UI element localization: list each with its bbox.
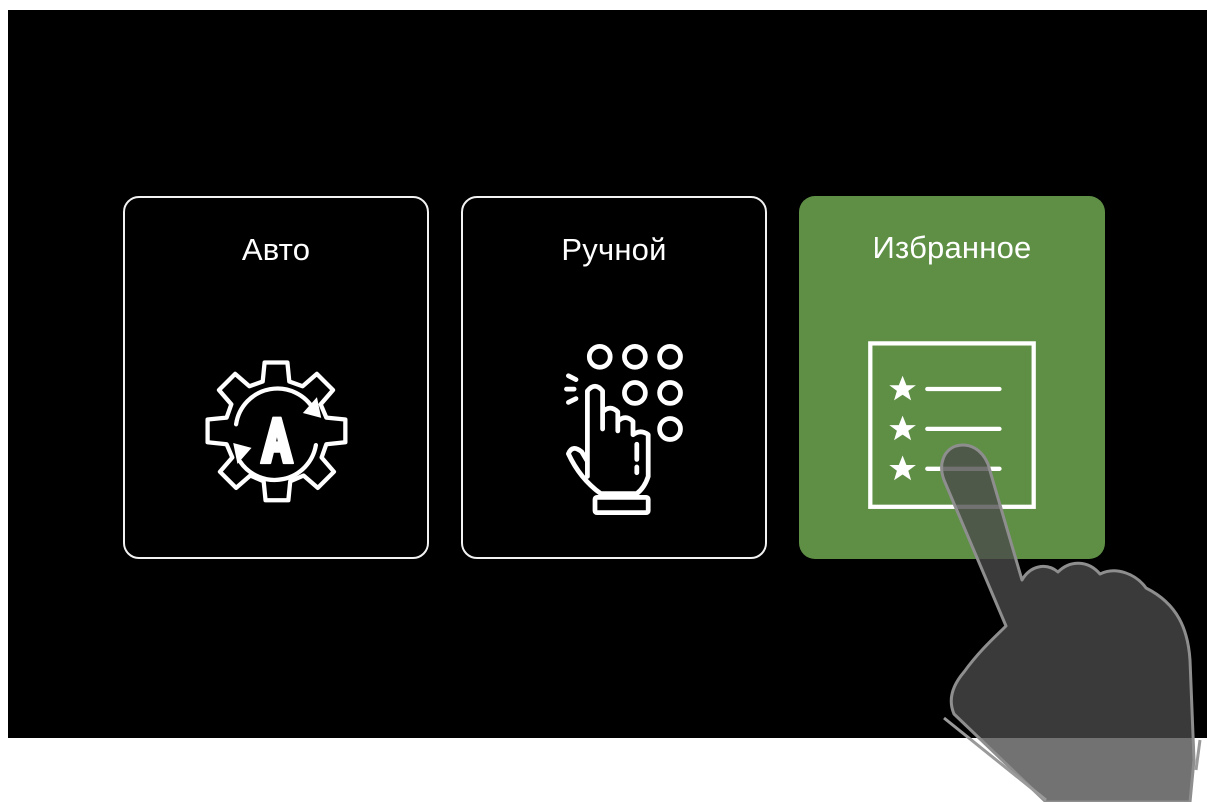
tile-label-manual: Ручной xyxy=(561,232,667,267)
favorites-list-icon xyxy=(857,332,1047,522)
device-screen: Авто Ручной Избранное xyxy=(8,10,1207,738)
mode-tile-favorites[interactable]: Избранное xyxy=(799,196,1105,559)
keypad-hand-icon xyxy=(519,334,709,524)
tile-label-favorites: Избранное xyxy=(872,230,1032,265)
mode-tile-auto[interactable]: Авто xyxy=(123,196,429,559)
tile-label-auto: Авто xyxy=(241,232,311,267)
gear-auto-icon xyxy=(181,334,371,524)
mode-tile-manual[interactable]: Ручной xyxy=(461,196,767,559)
